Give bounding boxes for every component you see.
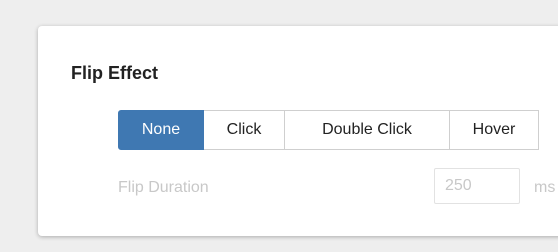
flip-effect-title: Flip Effect [71,63,159,83]
flip-effect-click-button[interactable]: Click [204,110,285,150]
flip-duration-input[interactable] [434,168,520,204]
flip-duration-label: Flip Duration [118,179,209,196]
flip-duration-unit: ms [534,179,556,196]
flip-effect-none-button[interactable]: None [118,110,204,150]
flip-effect-hover-button[interactable]: Hover [450,110,539,150]
flip-effect-double-click-button[interactable]: Double Click [285,110,450,150]
flip-settings-panel: Flip Effect None Click Double Click Hove… [38,26,558,236]
flip-effect-button-group: None Click Double Click Hover [118,110,539,150]
